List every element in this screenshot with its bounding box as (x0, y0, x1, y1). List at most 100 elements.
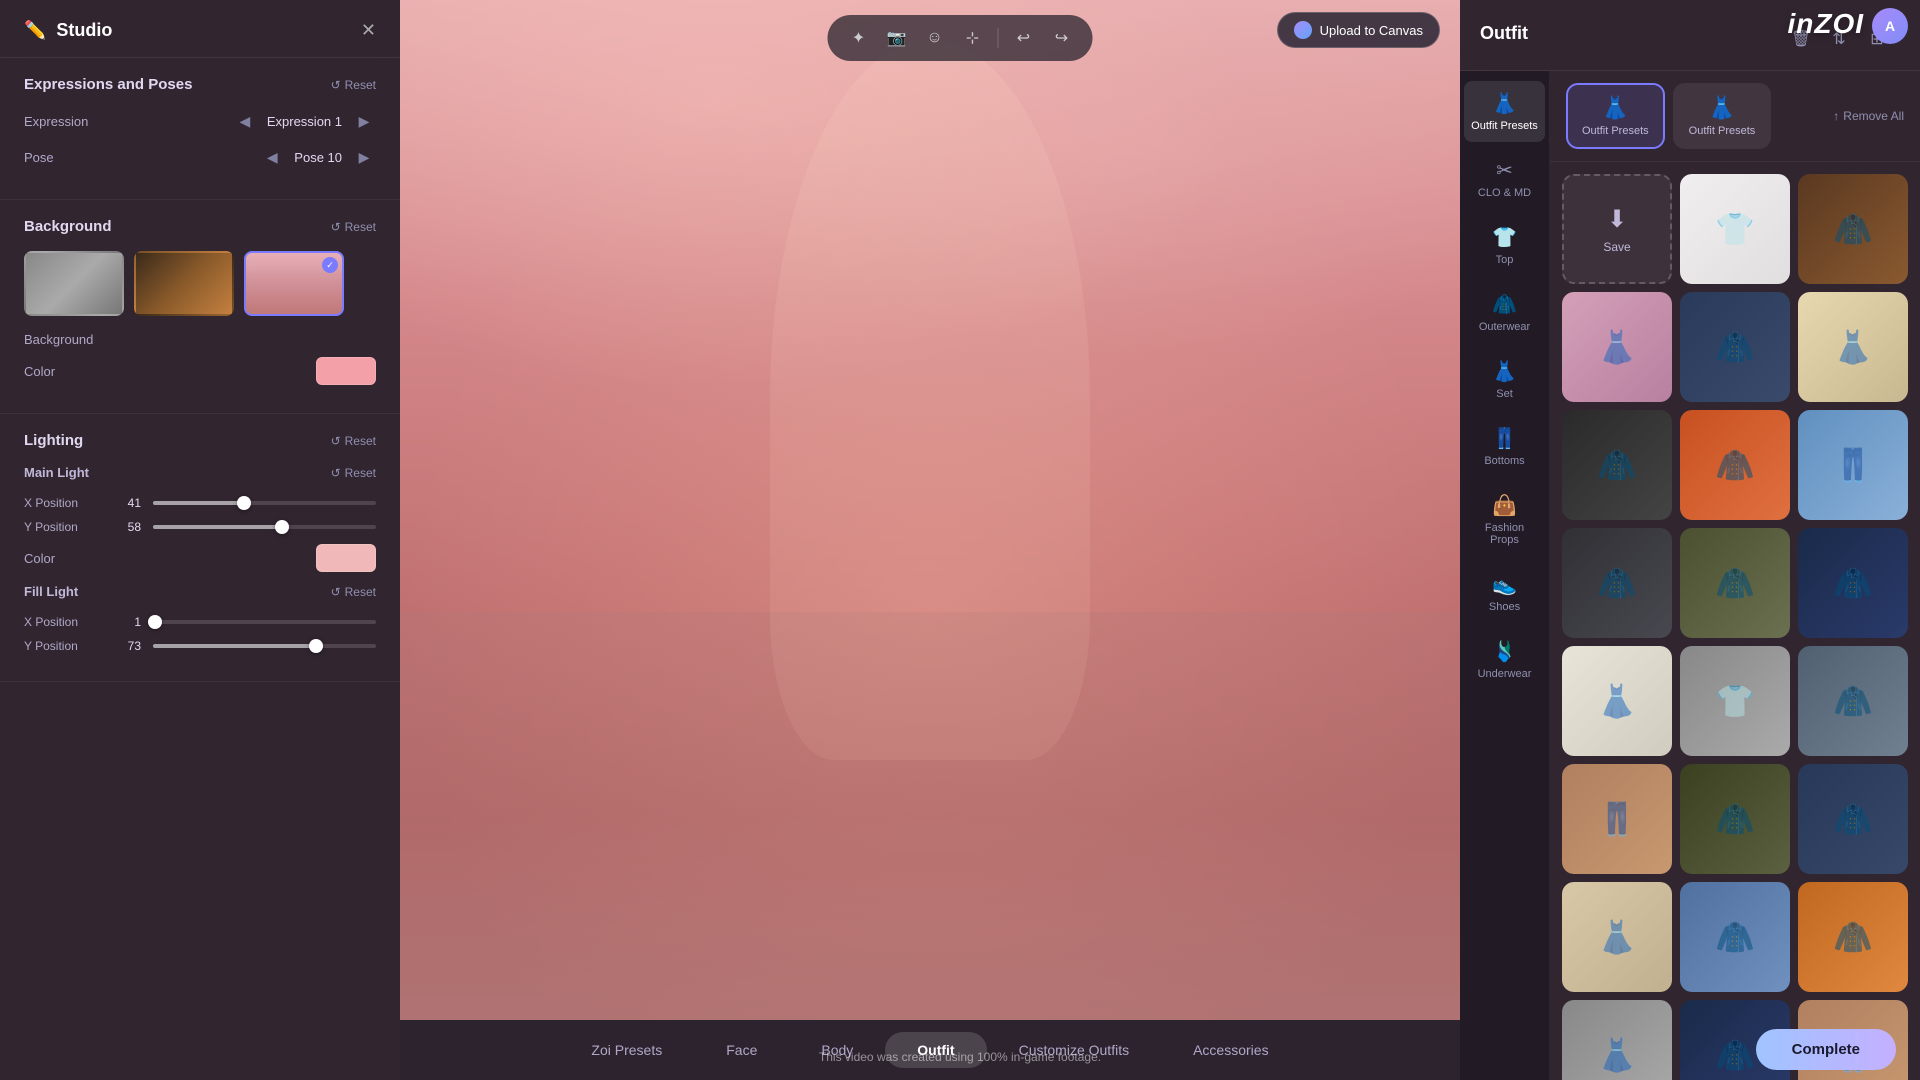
outfit-card-6[interactable]: 🧥 (1562, 410, 1672, 520)
fill-light-reset-button[interactable]: ↺ Reset (331, 585, 376, 599)
expressions-reset-button[interactable]: ↺ Reset (331, 78, 376, 92)
expression-prev[interactable]: ◀ (233, 109, 257, 133)
lighting-section: Lighting ↺ Reset Main Light ↺ Reset X Po… (0, 414, 400, 682)
outfit-presets-btn[interactable]: 👗 Outfit Presets (1566, 83, 1665, 149)
remove-all-button[interactable]: ↑ Remove All (1833, 109, 1904, 123)
category-underwear[interactable]: 🩱 Underwear (1464, 629, 1545, 690)
outfit-card-4[interactable]: 🧥 (1680, 292, 1790, 402)
outfit-title: Outfit (1480, 23, 1528, 44)
main-light-y-track[interactable] (153, 525, 376, 529)
complete-button[interactable]: Complete (1756, 1029, 1896, 1070)
expression-row: Expression ◀ Expression 1 ▶ (24, 109, 376, 133)
pose-next[interactable]: ▶ (352, 145, 376, 169)
outfit-card-3[interactable]: 👗 (1562, 292, 1672, 402)
left-panel: ✏️ Studio ✕ Expressions and Poses ↺ Rese… (0, 0, 400, 1080)
pose-prev[interactable]: ◀ (260, 145, 284, 169)
save-icon: ⬇ (1607, 205, 1627, 234)
category-outerwear[interactable]: 🧥 Outerwear (1464, 282, 1545, 343)
expression-next[interactable]: ▶ (352, 109, 376, 133)
close-panel-button[interactable]: ✕ (361, 20, 376, 41)
outfit-card-16[interactable]: 🧥 (1680, 764, 1790, 874)
outfit-card-8[interactable]: 👖 (1798, 410, 1908, 520)
outerwear-icon: 🧥 (1492, 292, 1517, 317)
category-set[interactable]: 👗 Set (1464, 349, 1545, 410)
outfit-presets-btn2[interactable]: 👗 Outfit Presets (1673, 83, 1772, 149)
set-icon: 👗 (1492, 359, 1517, 384)
expressions-poses-section: Expressions and Poses ↺ Reset Expression… (0, 58, 400, 200)
fill-light-y-track[interactable] (153, 644, 376, 648)
toolbar-camera[interactable]: 📷 (880, 21, 914, 55)
canvas-area (400, 0, 1460, 1020)
cloth-icon-3: 👗 (1562, 292, 1672, 402)
fill-light-x-thumb[interactable] (148, 615, 162, 629)
background-color-row: Background (24, 332, 376, 347)
pose-value: Pose 10 (294, 150, 342, 165)
toolbar-face[interactable]: ☺ (918, 21, 952, 55)
background-section: Background ↺ Reset ✓ Background Color (0, 200, 400, 414)
toolbar-body[interactable]: ⊹ (956, 21, 990, 55)
fill-light-x-track[interactable] (153, 620, 376, 624)
main-light-color-swatch[interactable] (316, 544, 376, 572)
category-bottoms[interactable]: 👖 Bottoms (1464, 416, 1545, 477)
background-thumb-1[interactable] (24, 251, 124, 316)
outfit-save-card[interactable]: ⬇ Save (1562, 174, 1672, 284)
main-light-title: Main Light (24, 465, 89, 480)
outfit-card-11[interactable]: 🧥 (1798, 528, 1908, 638)
outfit-card-5[interactable]: 👗 (1798, 292, 1908, 402)
category-outfit-presets[interactable]: 👗 Outfit Presets (1464, 81, 1545, 142)
outfit-card-7[interactable]: 🧥 (1680, 410, 1790, 520)
outfit-card-12[interactable]: 👗 (1562, 646, 1672, 756)
main-light-y-thumb[interactable] (275, 520, 289, 534)
cloth-icon-19: 🧥 (1680, 882, 1790, 992)
main-light-x-thumb[interactable] (237, 496, 251, 510)
tab-zoi-presets[interactable]: Zoi Presets (559, 1032, 694, 1068)
fill-light-y-thumb[interactable] (309, 639, 323, 653)
expression-nav: ◀ Expression 1 ▶ (233, 109, 376, 133)
category-fashion-props[interactable]: 👜 Fashion Props (1464, 483, 1545, 556)
outfit-card-13[interactable]: 👕 (1680, 646, 1790, 756)
right-panel: Outfit 🗑 ⇅ ⊞ 👗 Outfit Presets ✂ CLO & MD… (1460, 0, 1920, 1080)
outfit-card-20[interactable]: 🧥 (1798, 882, 1908, 992)
user-avatar[interactable]: A (1872, 8, 1908, 44)
main-light-header: Main Light ↺ Reset (24, 465, 376, 480)
outfit-card-9[interactable]: 🧥 (1562, 528, 1672, 638)
outfit-card-18[interactable]: 👗 (1562, 882, 1672, 992)
outfit-card-2[interactable]: 🧥 (1798, 174, 1908, 284)
cloth-icon-2: 🧥 (1798, 174, 1908, 284)
outfit-card-15[interactable]: 👖 (1562, 764, 1672, 874)
background-thumb-3[interactable]: ✓ (244, 251, 344, 316)
toolbar-move[interactable]: ✦ (842, 21, 876, 55)
lighting-header: Lighting ↺ Reset (24, 432, 376, 449)
tab-face[interactable]: Face (694, 1032, 789, 1068)
cloth-icon-20: 🧥 (1798, 882, 1908, 992)
background-reset-button[interactable]: ↺ Reset (331, 220, 376, 234)
upload-canvas-button[interactable]: Upload to Canvas (1277, 12, 1440, 48)
cloth-icon-17: 🧥 (1798, 764, 1908, 874)
outfit-card-19[interactable]: 🧥 (1680, 882, 1790, 992)
category-clo-md[interactable]: ✂ CLO & MD (1464, 148, 1545, 209)
main-light-y-label: Y Position (24, 520, 104, 534)
category-shoes[interactable]: 👟 Shoes (1464, 562, 1545, 623)
toolbar-undo[interactable]: ↩ (1007, 21, 1041, 55)
outfit-presets-icon: 👗 (1492, 91, 1517, 116)
background-thumb-2[interactable] (134, 251, 234, 316)
background-color-swatch[interactable] (316, 357, 376, 385)
shoes-icon: 👟 (1492, 572, 1517, 597)
outfit-card-21[interactable]: 👗 (1562, 1000, 1672, 1080)
outfit-card-10[interactable]: 🧥 (1680, 528, 1790, 638)
outfit-card-14[interactable]: 🧥 (1798, 646, 1908, 756)
main-light-x-track[interactable] (153, 501, 376, 505)
outfit-card-1[interactable]: 👕 (1680, 174, 1790, 284)
cloth-icon-5: 👗 (1798, 292, 1908, 402)
cloth-icon-15: 👖 (1562, 764, 1672, 874)
outfit-grid: ⬇ Save 👕 🧥 👗 (1562, 174, 1908, 1080)
tab-accessories[interactable]: Accessories (1161, 1032, 1300, 1068)
cloth-icon-1: 👕 (1680, 174, 1790, 284)
outfit-card-17[interactable]: 🧥 (1798, 764, 1908, 874)
studio-icon: ✏️ (24, 20, 46, 41)
category-top[interactable]: 👕 Top (1464, 215, 1545, 276)
lighting-reset-button[interactable]: ↺ Reset (331, 434, 376, 448)
background-color-picker-row: Color (24, 357, 376, 385)
main-light-reset-button[interactable]: ↺ Reset (331, 466, 376, 480)
toolbar-redo[interactable]: ↪ (1045, 21, 1079, 55)
